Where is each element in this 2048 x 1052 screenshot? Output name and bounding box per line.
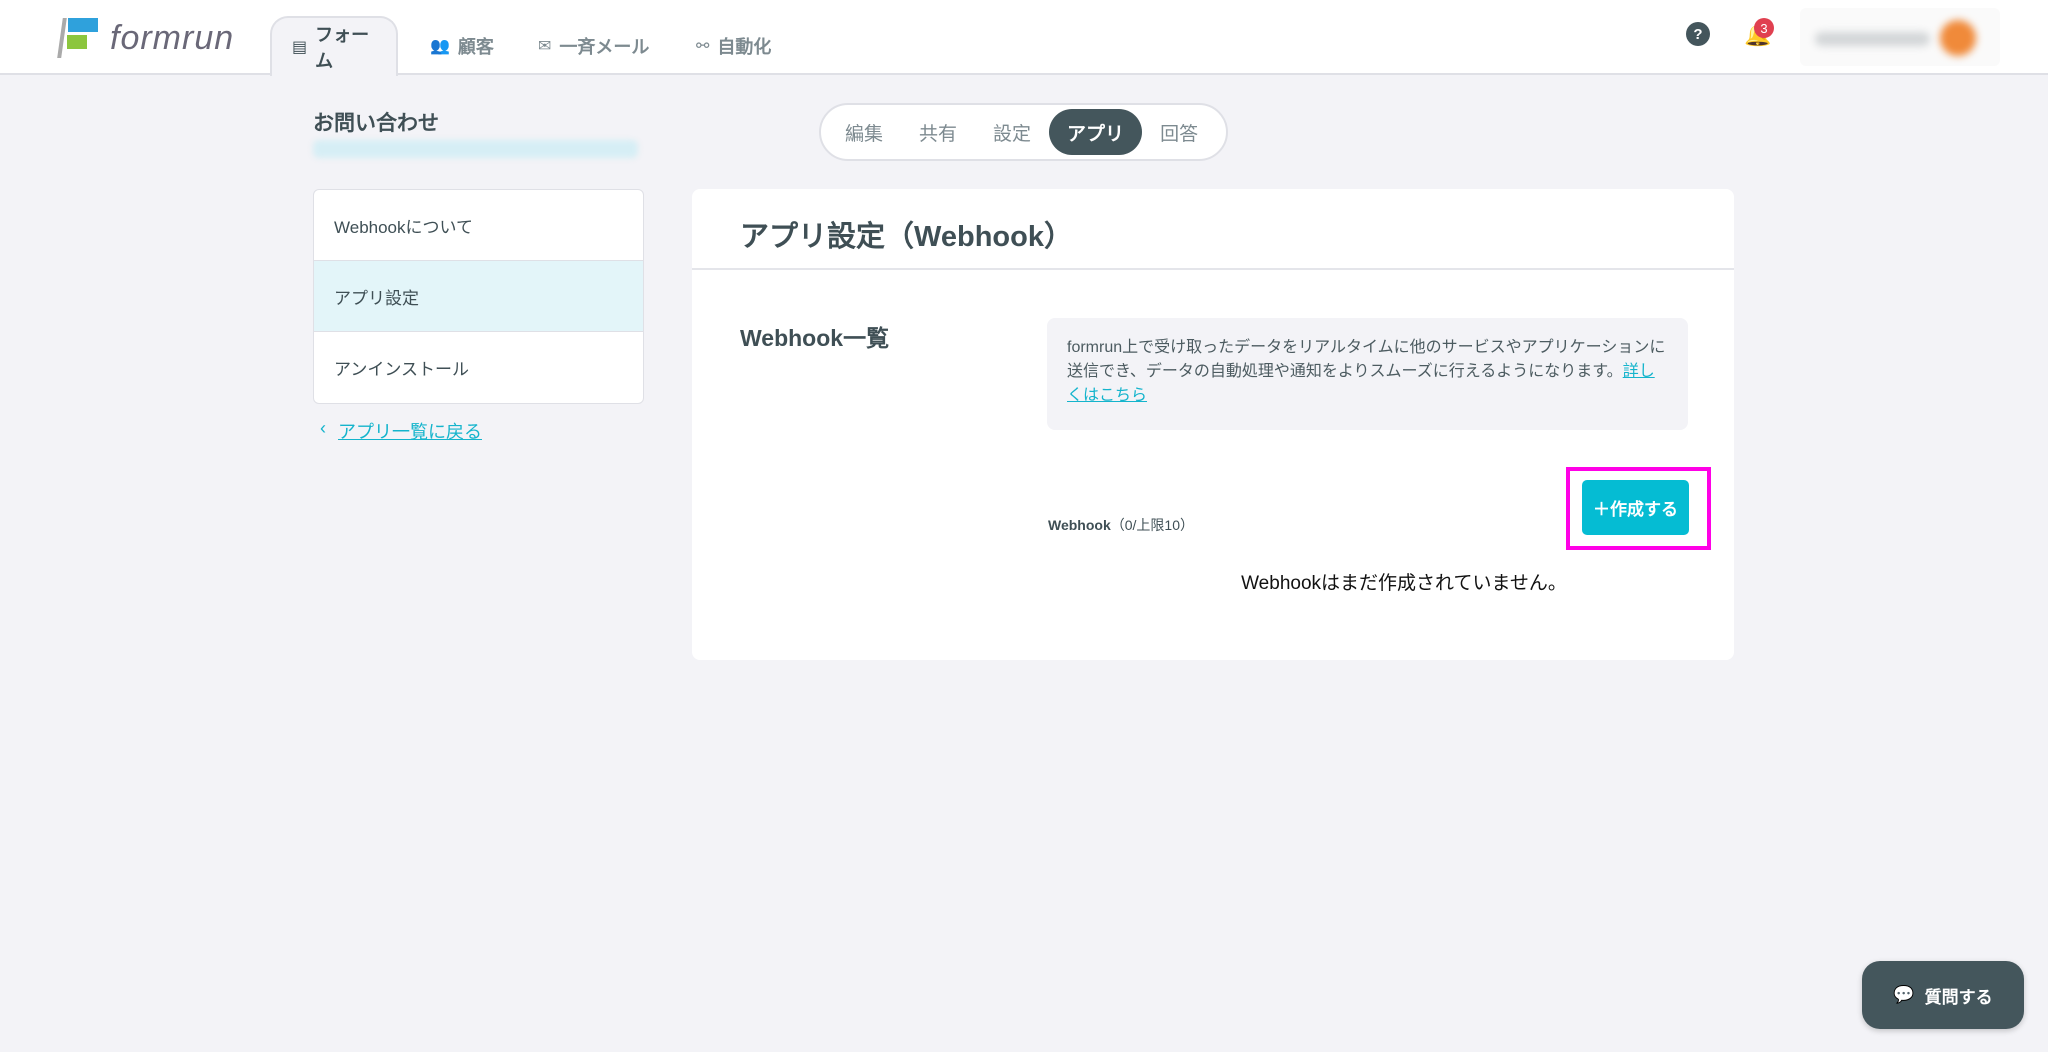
form-title: お問い合わせ (313, 112, 439, 135)
logo-flag-icon (57, 18, 100, 58)
nav-label: 顧客 (457, 37, 494, 57)
user-name-blurred (1815, 32, 1930, 46)
nav-label: 自動化 (717, 37, 772, 57)
nav-label: 一斉メール (559, 37, 650, 57)
chat-label: 質問する (1924, 987, 1993, 1007)
tab-share[interactable]: 共有 (901, 109, 975, 155)
notification-badge: 3 (1754, 18, 1774, 38)
form-url-blurred (313, 140, 638, 158)
sidebar-item-about-webhook[interactable]: Webhookについて (314, 190, 643, 261)
logo-text: formrun (110, 18, 235, 57)
nav-tab-customers[interactable]: 👥 顧客 (410, 16, 514, 76)
info-text: formrun上で受け取ったデータをリアルタイムに他のサービスやアプリケーション… (1067, 339, 1666, 380)
ask-question-button[interactable]: 💬 質問する (1862, 961, 2024, 1029)
tab-apps[interactable]: アプリ (1049, 109, 1143, 155)
count-label: Webhook (1048, 517, 1111, 533)
formrun-logo[interactable]: formrun (57, 18, 235, 58)
tab-settings[interactable]: 設定 (975, 109, 1049, 155)
top-header: formrun ▤フォーム 👥顧客 ✉一斉メール ⚯自動化 ? 🔔 3 (0, 0, 2048, 76)
mail-icon: ✉ (538, 38, 552, 55)
tab-responses[interactable]: 回答 (1142, 109, 1216, 155)
help-icon[interactable]: ? (1686, 22, 1710, 46)
page-title: アプリ設定（Webhook） (692, 189, 1734, 270)
back-to-apps-link[interactable]: ‹ アプリ一覧に戻る (320, 418, 482, 444)
users-icon: 👥 (430, 38, 450, 55)
nav-tab-automation[interactable]: ⚯ 自動化 (676, 16, 791, 76)
form-tabs: 編集 共有 設定 アプリ 回答 (819, 103, 1228, 161)
user-menu[interactable] (1800, 8, 2000, 66)
form-icon: ▤ (292, 39, 308, 56)
webhook-settings-card: アプリ設定（Webhook） Webhook一覧 formrun上で受け取ったデ… (692, 189, 1734, 660)
avatar (1940, 20, 1976, 56)
sidebar-item-app-settings[interactable]: アプリ設定 (314, 261, 643, 332)
nav-tab-bulk-mail[interactable]: ✉ 一斉メール (518, 16, 669, 76)
chevron-left-icon: ‹ (320, 418, 326, 438)
tab-edit[interactable]: 編集 (827, 109, 901, 155)
count-value: （0/上限10） (1110, 517, 1194, 533)
app-sidebar: Webhookについて アプリ設定 アンインストール (313, 189, 644, 404)
empty-message: Webhookはまだ作成されていません。 (1241, 573, 1567, 594)
create-webhook-button[interactable]: ＋作成する (1582, 480, 1689, 535)
webhook-count: Webhook（0/上限10） (1048, 515, 1194, 535)
nav-label: フォーム (315, 25, 370, 71)
sidebar-item-uninstall[interactable]: アンインストール (314, 332, 643, 403)
info-box: formrun上で受け取ったデータをリアルタイムに他のサービスやアプリケーション… (1047, 318, 1688, 430)
nav-tab-form[interactable]: ▤ フォーム (270, 16, 398, 76)
back-link-label: アプリ一覧に戻る (338, 422, 482, 442)
automation-icon: ⚯ (696, 38, 710, 55)
section-title: Webhook一覧 (740, 325, 890, 351)
chat-bubble-icon: 💬 (1893, 985, 1915, 1004)
